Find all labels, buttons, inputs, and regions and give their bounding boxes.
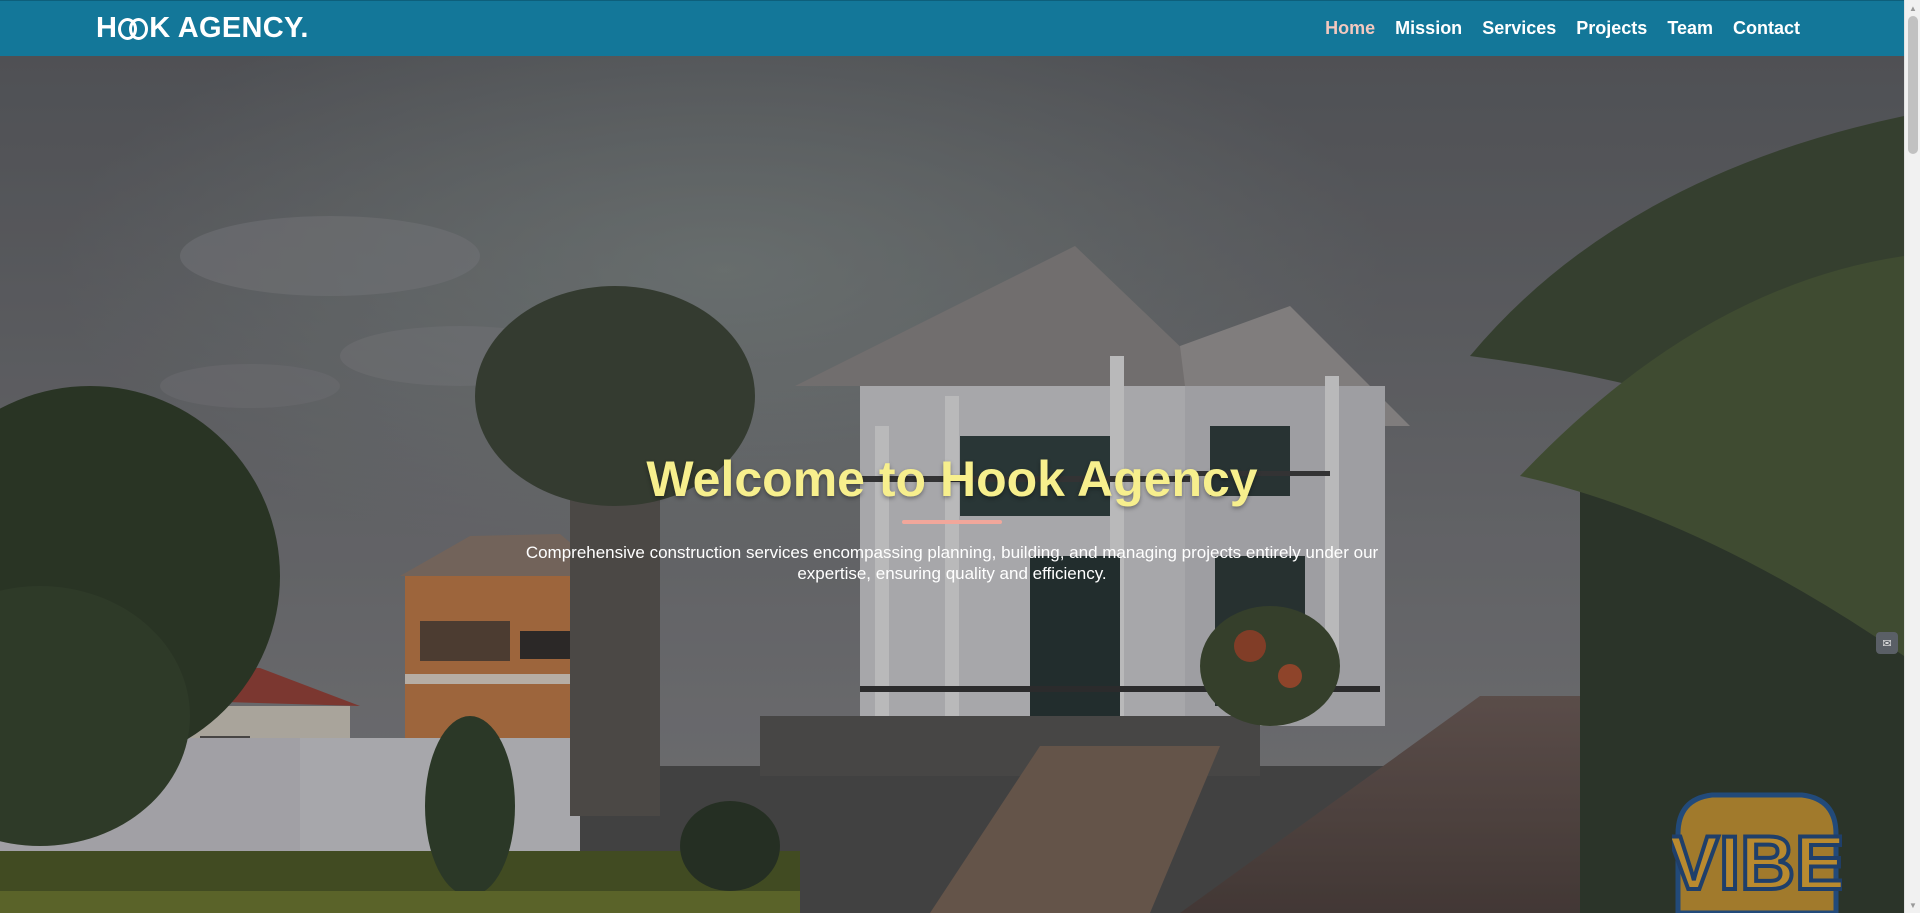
chevron-down-icon[interactable]: ▼ [1905,897,1920,913]
svg-text:VIBE: VIBE [1672,821,1842,906]
hero-section: Welcome to Hook Agency Comprehensive con… [0,56,1904,913]
brand-name-prefix: H [96,12,118,44]
vibe-watermark-icon: VIBE [1672,792,1842,913]
nav-link-team[interactable]: Team [1667,18,1713,39]
nav-link-contact[interactable]: Contact [1733,18,1800,39]
scrollbar-thumb[interactable] [1908,16,1918,154]
hero-subtitle: Comprehensive construction services enco… [525,543,1379,583]
chevron-up-icon[interactable]: ▲ [1905,0,1920,16]
chat-icon[interactable]: ✉ [1876,632,1898,654]
page-scrollbar[interactable]: ▲ ▼ [1904,0,1920,913]
hero-content: Welcome to Hook Agency Comprehensive con… [0,448,1904,584]
double-o-logo-icon [118,17,149,40]
hero-divider [902,520,1002,524]
brand-logo[interactable]: H K AGENCY. [96,12,309,45]
nav-link-mission[interactable]: Mission [1395,18,1462,39]
nav-link-home[interactable]: Home [1325,18,1375,39]
nav-link-services[interactable]: Services [1482,18,1556,39]
nav-link-projects[interactable]: Projects [1576,18,1647,39]
hero-title: Welcome to Hook Agency [646,451,1258,507]
nav-menu: Home Mission Services Projects Team Cont… [1325,18,1800,39]
top-navbar: H K AGENCY. Home Mission Services Projec… [0,0,1904,56]
brand-name-suffix: K AGENCY. [149,12,309,44]
